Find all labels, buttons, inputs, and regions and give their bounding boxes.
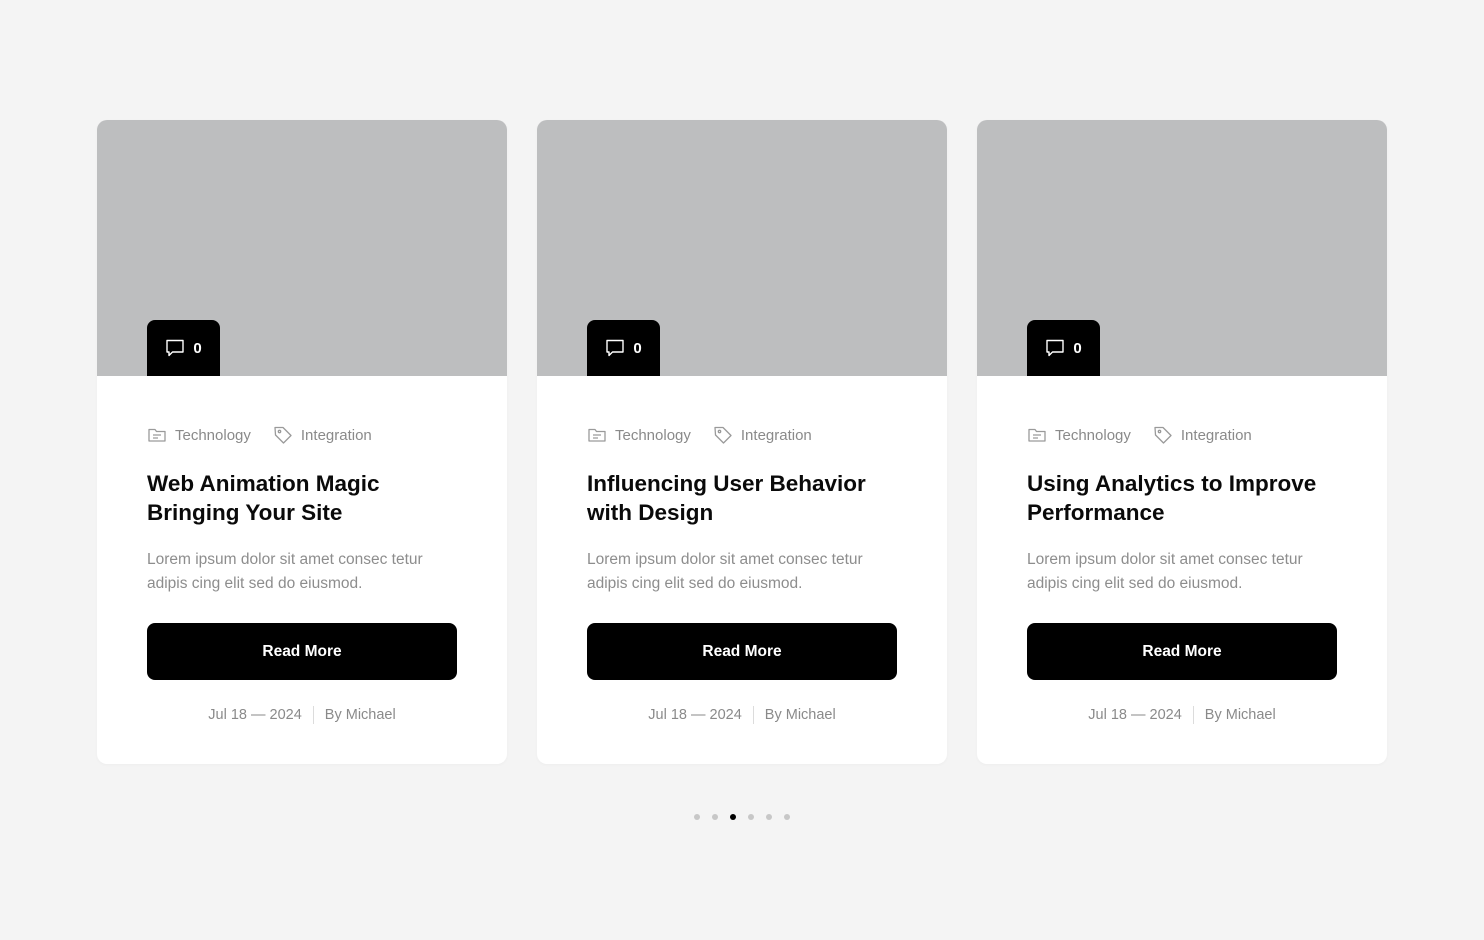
post-author[interactable]: By Michael [765, 707, 836, 723]
card-thumbnail[interactable]: 0 [977, 120, 1387, 376]
post-date: Jul 18 — 2024 [1088, 707, 1182, 723]
category-label: Technology [175, 426, 251, 444]
card-excerpt: Lorem ipsum dolor sit amet consec tetur … [587, 551, 863, 592]
card-excerpt: Lorem ipsum dolor sit amet consec tetur … [147, 551, 423, 592]
card-title[interactable]: Using Analytics to Improve Performance [1027, 469, 1337, 527]
comment-count: 0 [633, 339, 642, 357]
tag-label: Integration [740, 426, 812, 444]
tag-label: Integration [300, 426, 372, 444]
folder-icon [588, 428, 606, 442]
read-more-button[interactable]: Read More [147, 623, 457, 680]
tag-link[interactable]: Integration [1153, 425, 1252, 445]
tag-icon [1154, 426, 1172, 444]
post-date: Jul 18 — 2024 [208, 707, 302, 723]
category-link[interactable]: Technology [147, 425, 251, 445]
comment-icon [166, 339, 185, 357]
post-date: Jul 18 — 2024 [648, 707, 742, 723]
category-label: Technology [1055, 426, 1131, 444]
pagination-dot[interactable] [712, 814, 718, 820]
category-label: Technology [615, 426, 691, 444]
card-thumbnail[interactable]: 0 [97, 120, 507, 376]
carousel-pagination [0, 812, 1484, 822]
post-author[interactable]: By Michael [325, 707, 396, 723]
tag-label: Integration [1180, 426, 1252, 444]
meta-divider [1192, 706, 1194, 724]
blog-card: 0 Technology Integration [97, 120, 507, 764]
comment-badge[interactable]: 0 [587, 320, 660, 376]
pagination-dot[interactable] [748, 814, 754, 820]
card-meta: Technology Integration [587, 424, 897, 446]
comment-count: 0 [1073, 339, 1082, 357]
category-link[interactable]: Technology [1027, 425, 1131, 445]
blog-carousel: 0 Technology Integration Web Animation M… [97, 120, 1387, 764]
blog-card: 0 Technology Integration [537, 120, 947, 764]
pagination-dot[interactable] [766, 814, 772, 820]
card-thumbnail[interactable]: 0 [537, 120, 947, 376]
comment-badge[interactable]: 0 [1027, 320, 1100, 376]
card-title[interactable]: Web Animation Magic Bringing Your Site [147, 469, 457, 527]
category-link[interactable]: Technology [587, 425, 691, 445]
pagination-dot[interactable] [784, 814, 790, 820]
card-footer-meta: Jul 18 — 2024 By Michael [1027, 706, 1337, 724]
post-author[interactable]: By Michael [1205, 707, 1276, 723]
pagination-dot[interactable] [730, 814, 736, 820]
card-footer-meta: Jul 18 — 2024 By Michael [147, 706, 457, 724]
tag-link[interactable]: Integration [273, 425, 372, 445]
pagination-dot[interactable] [694, 814, 700, 820]
meta-divider [752, 706, 754, 724]
read-more-button[interactable]: Read More [1027, 623, 1337, 680]
comment-count: 0 [193, 339, 202, 357]
read-more-button[interactable]: Read More [587, 623, 897, 680]
meta-divider [312, 706, 314, 724]
comment-badge[interactable]: 0 [147, 320, 220, 376]
folder-icon [148, 428, 166, 442]
tag-icon [714, 426, 732, 444]
comment-icon [606, 339, 625, 357]
card-meta: Technology Integration [1027, 424, 1337, 446]
folder-icon [1028, 428, 1046, 442]
card-title[interactable]: Influencing User Behavior with Design [587, 469, 897, 527]
comment-icon [1046, 339, 1065, 357]
tag-link[interactable]: Integration [713, 425, 812, 445]
card-footer-meta: Jul 18 — 2024 By Michael [587, 706, 897, 724]
blog-card: 0 Technology Integration [977, 120, 1387, 764]
card-excerpt: Lorem ipsum dolor sit amet consec tetur … [1027, 551, 1303, 592]
tag-icon [274, 426, 292, 444]
card-meta: Technology Integration [147, 424, 457, 446]
